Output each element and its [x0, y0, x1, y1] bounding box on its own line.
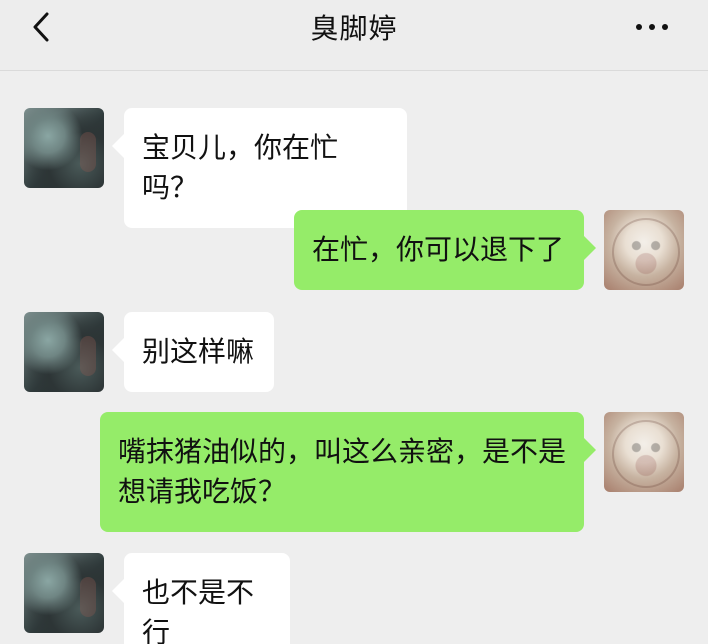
- contact-avatar[interactable]: [24, 108, 104, 188]
- more-horizontal-icon: [662, 24, 668, 30]
- contact-avatar[interactable]: [24, 553, 104, 633]
- chat-title: 臭脚婷: [310, 12, 398, 45]
- more-button[interactable]: [636, 14, 670, 38]
- chat-screen: 臭脚婷 宝贝儿，你在忙吗？ 在忙，你可以退下了 别这样嘛 嘴抹猪油似的，叫这么亲…: [0, 0, 708, 644]
- outgoing-message-bubble[interactable]: 嘴抹猪油似的，叫这么亲密，是不是 想请我吃饭？: [100, 412, 596, 532]
- more-horizontal-icon: [649, 24, 655, 30]
- chat-header: 臭脚婷: [0, 0, 708, 71]
- incoming-message-bubble[interactable]: 也不是不行: [112, 553, 290, 644]
- user-avatar[interactable]: [604, 412, 684, 492]
- incoming-message-bubble[interactable]: 别这样嘛: [112, 312, 274, 392]
- contact-avatar[interactable]: [24, 312, 104, 392]
- user-avatar[interactable]: [604, 210, 684, 290]
- more-horizontal-icon: [636, 24, 642, 30]
- outgoing-message-bubble[interactable]: 在忙，你可以退下了: [294, 210, 596, 290]
